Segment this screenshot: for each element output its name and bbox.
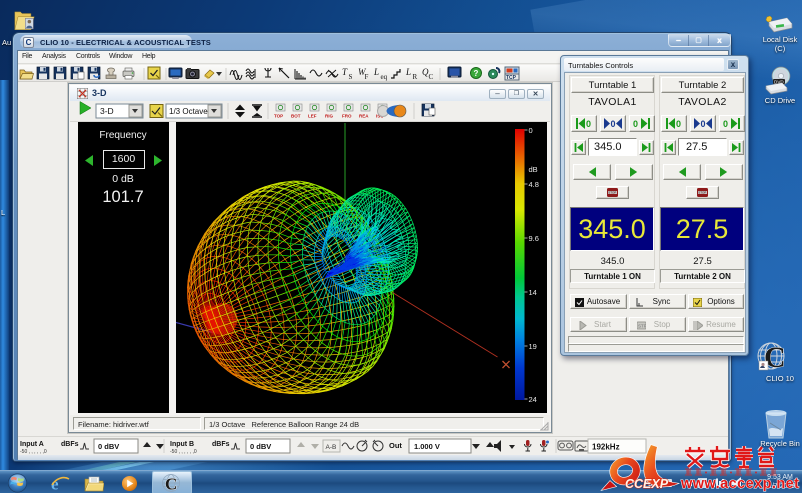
svg-text:EN: EN [648,479,659,488]
svg-text:L: L [405,67,411,77]
svg-text:1/3 Octave: 1/3 Octave [169,107,208,116]
svg-text:TOP: TOP [274,114,283,119]
svg-text:4.8: 4.8 [528,180,538,189]
svg-text:dBFs: dBFs [61,441,79,448]
svg-text:L: L [373,67,379,77]
svg-text:STP: STP [638,324,646,329]
svg-text:C: C [429,73,434,81]
svg-text:S: S [349,73,353,81]
svg-text:R: R [413,73,418,81]
svg-text:LEF: LEF [308,114,317,119]
svg-text:FRO: FRO [342,114,352,119]
svg-text:192kHz: 192kHz [592,443,620,452]
svg-text:A-B: A-B [326,444,337,451]
svg-text:RIG: RIG [325,114,334,119]
svg-text:0 dBV: 0 dBV [250,442,271,451]
svg-text:dBFs: dBFs [212,441,230,448]
svg-text:C: C [165,475,177,493]
svg-text:Input B: Input B [170,441,194,448]
svg-text:0: 0 [586,119,591,129]
svg-text:0: 0 [723,119,728,129]
svg-text:9.6: 9.6 [528,234,538,243]
svg-text:0: 0 [611,119,616,129]
svg-text:STOP: STOP [608,191,616,195]
svg-text:0: 0 [528,126,532,135]
svg-text:TCP: TCP [506,75,517,81]
svg-text:0: 0 [633,119,638,129]
svg-text:Input A: Input A [20,441,44,448]
svg-text:0: 0 [676,119,681,129]
svg-text:24: 24 [528,395,536,404]
svg-text:0: 0 [701,119,706,129]
svg-text:19: 19 [528,342,536,351]
svg-text:0 dBV: 0 dBV [98,442,119,451]
svg-text:STOP: STOP [698,191,706,195]
svg-text:BOT: BOT [291,114,301,119]
svg-text:dB: dB [528,165,537,174]
svg-text:F: F [365,73,369,81]
svg-text:?: ? [474,69,479,78]
svg-text:T: T [342,67,348,77]
svg-text:1.000 V: 1.000 V [414,442,440,451]
svg-text:REA: REA [359,114,369,119]
svg-text:3-D: 3-D [100,106,114,116]
svg-text:14: 14 [528,288,536,297]
svg-text:eq: eq [381,73,388,81]
svg-text:Out: Out [389,441,402,450]
